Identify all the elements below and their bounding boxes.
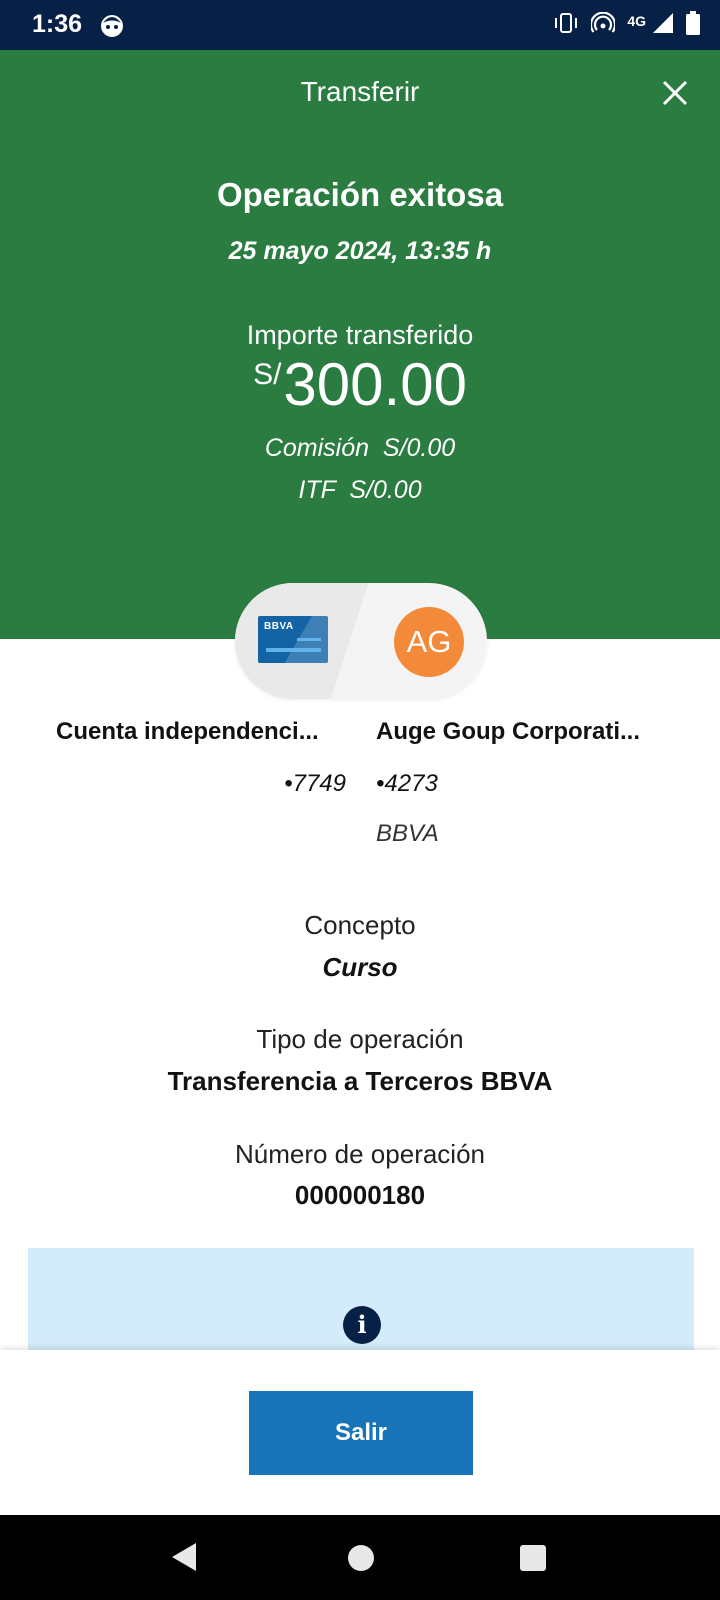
recipient-name: Auge Goup Corporati... (376, 718, 640, 745)
hotspot-icon (590, 11, 617, 39)
amount-label: Importe transferido (246, 320, 474, 350)
footer: Salir (0, 1350, 720, 1515)
bbva-card-icon: BBVA (258, 616, 328, 663)
currency-symbol: S/ (253, 358, 282, 391)
network-label: 4G (627, 12, 646, 29)
transferred-amount: S/300.00 (0, 350, 720, 419)
recipient-account-number: •4273 (376, 770, 438, 797)
recipient-bank: BBVA (376, 820, 439, 847)
system-nav-bar (0, 1515, 720, 1600)
battery-icon (686, 11, 700, 40)
operation-number-value: 000000180 (294, 1180, 426, 1210)
operation-status: Operación exitosa (216, 176, 504, 213)
operation-type-value: Transferencia a Terceros BBVA (167, 1066, 553, 1096)
commission-text: Comisión S/0.00 (264, 434, 456, 462)
operation-type-label: Tipo de operación (256, 1024, 464, 1054)
concept-label: Concepto (304, 910, 416, 940)
page-title: Transferir (300, 76, 420, 107)
operation-datetime: 25 mayo 2024, 13:35 h (228, 237, 492, 265)
recipient-avatar: AG (394, 607, 464, 677)
success-header: Transferir Operación exitosa 25 mayo 202… (0, 50, 720, 639)
close-button[interactable] (660, 78, 690, 108)
recents-icon[interactable] (520, 1545, 546, 1571)
info-box: i (28, 1248, 694, 1350)
source-account-number: •7749 (284, 770, 346, 797)
transfer-parties-pill: BBVA AG (235, 583, 487, 699)
source-account-name: Cuenta independenci... (56, 718, 319, 745)
info-icon: i (343, 1306, 381, 1344)
status-time: 1:36 (32, 10, 83, 38)
card-logo: BBVA (264, 621, 294, 632)
vibrate-icon (553, 12, 579, 39)
concept-value: Curso (322, 952, 398, 982)
amount-value: 300.00 (283, 351, 467, 418)
signal-icon (652, 12, 674, 39)
exit-button[interactable]: Salir (249, 1391, 473, 1475)
itf-text: ITF S/0.00 (298, 476, 422, 504)
status-bar: 1:36 4G (0, 0, 720, 50)
home-icon[interactable] (348, 1545, 374, 1571)
back-icon[interactable] (170, 1541, 198, 1578)
operation-number-label: Número de operación (234, 1139, 486, 1169)
face-icon (99, 12, 125, 43)
close-icon (662, 80, 688, 106)
